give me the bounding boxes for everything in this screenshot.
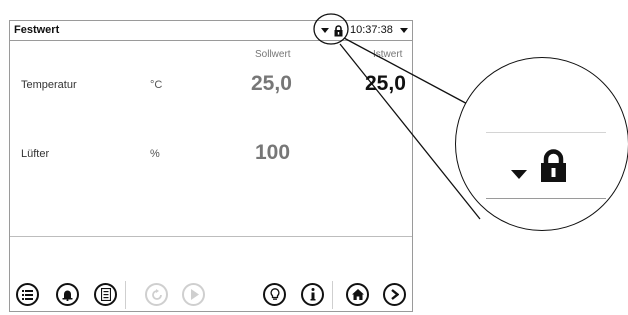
lock-icon [541, 149, 566, 182]
dropdown-triangle-icon [511, 170, 527, 179]
magnified-lock-callout [455, 57, 628, 231]
